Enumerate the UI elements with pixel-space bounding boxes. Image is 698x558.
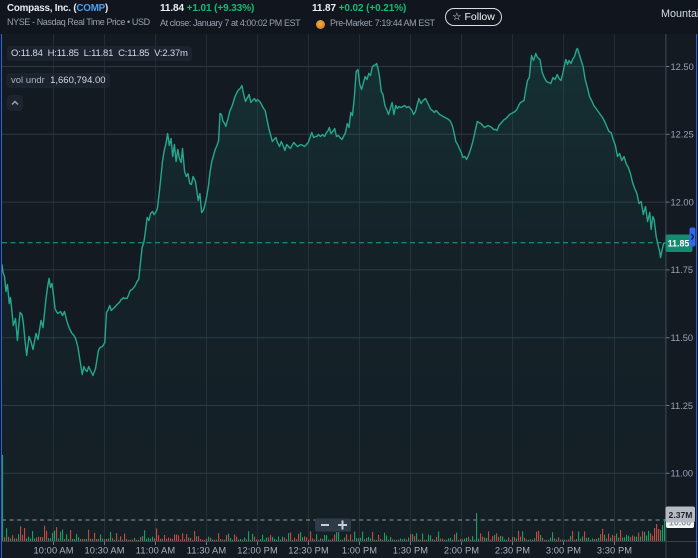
svg-text:2:30 PM: 2:30 PM xyxy=(495,545,530,555)
svg-text:11.25: 11.25 xyxy=(671,400,694,410)
svg-text:12.00: 12.00 xyxy=(671,197,694,207)
svg-text:11.00: 11.00 xyxy=(671,468,694,478)
svg-text:10:30 AM: 10:30 AM xyxy=(84,545,124,555)
svg-text:11.75: 11.75 xyxy=(671,265,694,275)
svg-text:11:00 AM: 11:00 AM xyxy=(136,545,175,555)
svg-text:12.50: 12.50 xyxy=(671,61,694,71)
svg-text:12:30 PM: 12:30 PM xyxy=(288,545,329,555)
svg-text:2.37M: 2.37M xyxy=(669,510,693,520)
svg-text:3:30 PM: 3:30 PM xyxy=(597,545,632,555)
svg-text:12.25: 12.25 xyxy=(671,129,694,139)
svg-text:11.50: 11.50 xyxy=(671,333,694,343)
svg-text:11.85: 11.85 xyxy=(668,238,690,248)
svg-text:3:00 PM: 3:00 PM xyxy=(546,545,581,555)
svg-text:1:00 PM: 1:00 PM xyxy=(342,545,377,555)
svg-text:10:00 AM: 10:00 AM xyxy=(33,545,73,555)
svg-text:12:00 PM: 12:00 PM xyxy=(237,545,278,555)
svg-text:1:30 PM: 1:30 PM xyxy=(393,545,428,555)
svg-text:2:00 PM: 2:00 PM xyxy=(444,545,479,555)
svg-text:11:30 AM: 11:30 AM xyxy=(187,545,226,555)
